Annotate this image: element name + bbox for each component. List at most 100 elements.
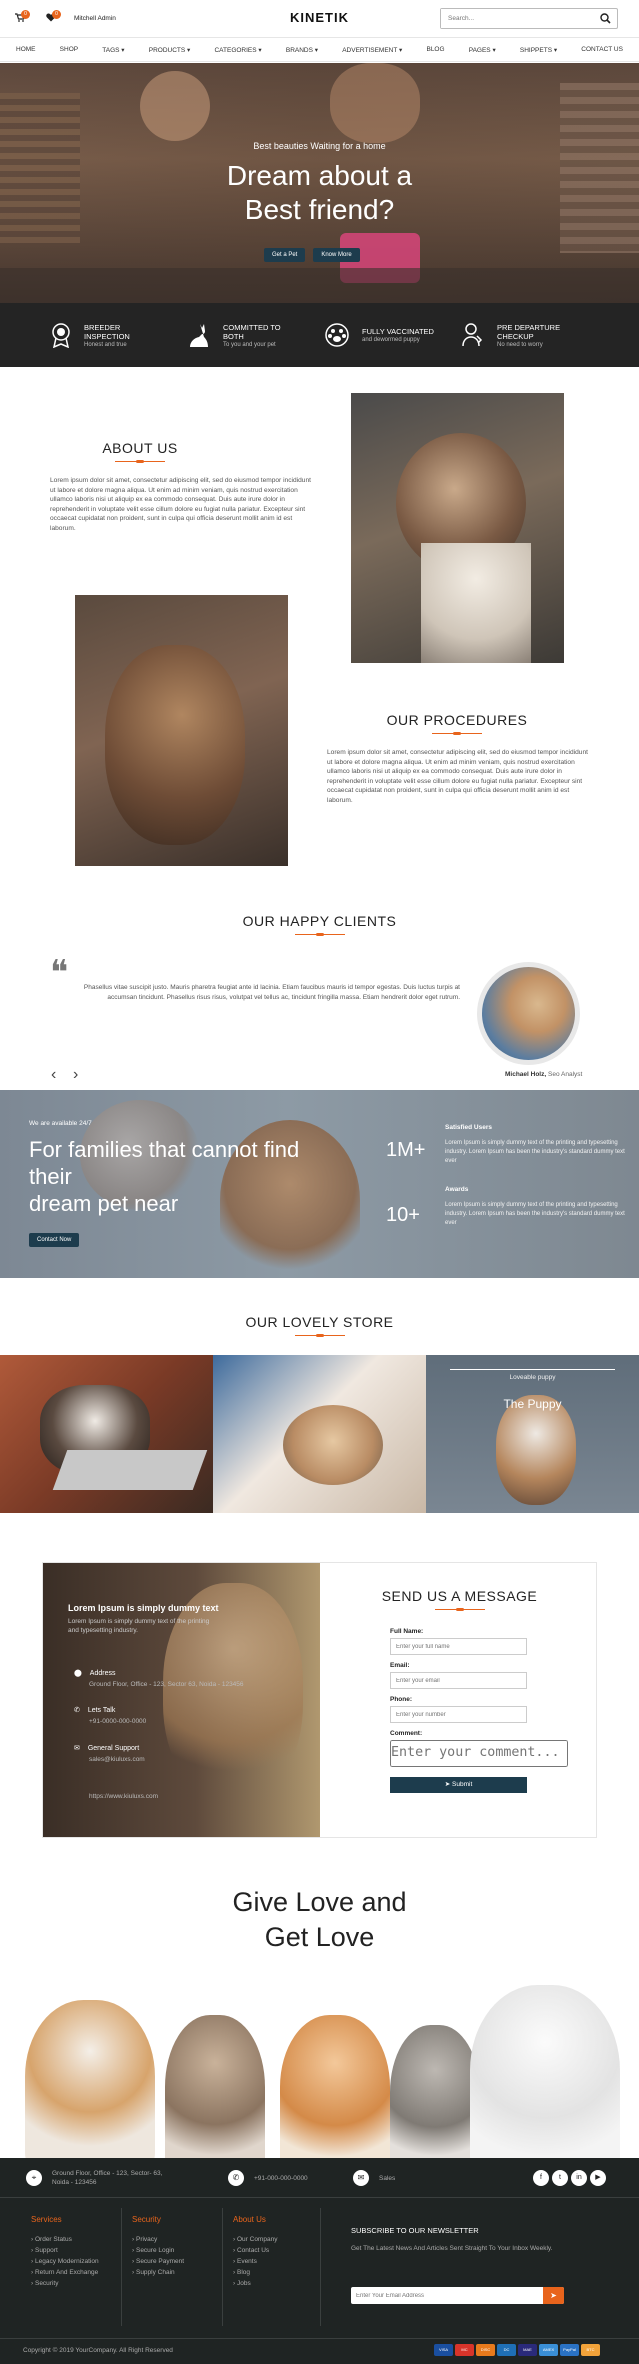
site-footer: ⌖ Ground Floor, Office - 123, Sector- 63… <box>0 2158 639 2364</box>
linkedin-icon[interactable]: in <box>571 2170 587 2186</box>
clients-heading: OUR HAPPY CLIENTS <box>242 913 397 929</box>
main-nav: HOME SHOP TAGS ▾ PRODUCTS ▾ CATEGORIES ▾… <box>0 38 639 62</box>
nav-products[interactable]: PRODUCTS ▾ <box>149 46 191 54</box>
puppy-graphic <box>496 1395 576 1505</box>
user-name[interactable]: Mitchell Admin <box>74 15 116 22</box>
next-arrow-icon[interactable]: › <box>73 1066 78 1084</box>
twitter-icon[interactable]: t <box>552 2170 568 2186</box>
footer-link[interactable]: › Secure Login <box>132 2245 184 2256</box>
pets-lineup-photo <box>0 1980 639 2158</box>
about-section: ABOUT US <box>55 440 225 463</box>
prev-arrow-icon[interactable]: ‹ <box>51 1066 56 1084</box>
footer-link[interactable]: › Privacy <box>132 2234 184 2245</box>
support-site[interactable]: https://www.kiuluxs.com <box>89 1793 158 1800</box>
know-more-button[interactable]: Know More <box>313 248 360 262</box>
store-photo-cat[interactable] <box>213 1355 426 1513</box>
contact-form: Full Name: Email: Phone: Comment: ➤ Subm… <box>390 1628 568 1793</box>
search-input[interactable] <box>441 9 591 28</box>
newsletter-email-input[interactable] <box>351 2287 541 2304</box>
name-field[interactable] <box>390 1638 527 1655</box>
contact-left-title: Lorem Ipsum is simply dummy text <box>68 1603 219 1613</box>
footer-link-label: Our Company <box>236 2236 278 2243</box>
search-icon[interactable] <box>600 13 611 24</box>
about-text: Lorem ipsum dolor sit amet, consectetur … <box>50 477 311 532</box>
nav-blog[interactable]: BLOG <box>426 46 444 53</box>
vet-icon <box>462 323 483 347</box>
nav-home[interactable]: HOME <box>16 46 36 53</box>
features-bar: BREEDER INSPECTION Honest and true COMMI… <box>0 303 639 367</box>
nav-shop[interactable]: SHOP <box>60 46 78 53</box>
heading-underline <box>434 1608 485 1611</box>
contact-now-button[interactable]: Contact Now <box>29 1233 80 1247</box>
cart-icon[interactable]: 0 <box>15 10 30 22</box>
footer-link[interactable]: › Supply Chain <box>132 2267 184 2278</box>
site-logo[interactable]: KINETIK <box>290 10 349 25</box>
youtube-icon[interactable]: ▶ <box>590 2170 606 2186</box>
nav-tags[interactable]: TAGS ▾ <box>102 46 124 54</box>
footer-col-title: Security <box>132 2215 161 2224</box>
newsletter-submit-button[interactable]: ➤ <box>543 2287 564 2304</box>
diners-icon: DC <box>497 2344 516 2356</box>
footer-link-label: Events <box>236 2258 257 2265</box>
footer-link-label: Blog <box>236 2269 250 2276</box>
phone-field[interactable] <box>390 1706 527 1723</box>
footer-link[interactable]: › Blog <box>233 2267 277 2278</box>
footer-link[interactable]: › Legacy Modernization <box>31 2256 101 2267</box>
address-label: Address <box>89 1670 116 1677</box>
heading-underline <box>115 460 165 463</box>
footer-address: Ground Floor, Office - 123, Sector- 63, … <box>52 2170 163 2186</box>
contact-left-text: Lorem Ipsum is simply dummy text of the … <box>68 1618 210 1634</box>
footer-col-title: Services <box>31 2215 62 2224</box>
dog-graphic <box>105 645 245 845</box>
hero-title-line2: Best friend? <box>244 194 395 225</box>
submit-button[interactable]: ➤ Submit <box>390 1777 527 1793</box>
footer-link[interactable]: › Our Company <box>233 2234 277 2245</box>
mastercard-icon: MC <box>455 2344 474 2356</box>
footer-link[interactable]: › Return And Exchange <box>31 2267 101 2278</box>
wishlist-icon[interactable]: 0 <box>46 10 61 22</box>
contact-form-heading-wrap: SEND US A MESSAGE <box>321 1588 598 1611</box>
footer-link[interactable]: › Order Status <box>31 2234 101 2245</box>
talk-value[interactable]: +91-0000-000-0000 <box>89 1718 146 1725</box>
copyright: Copyright © 2019 YourCompany. All Right … <box>23 2347 173 2354</box>
client-quote: Phasellus vitae suscipit justo. Mauris p… <box>83 984 460 1001</box>
footer-link-label: Secure Payment <box>135 2258 185 2265</box>
store-photo-puppy[interactable]: Loveable puppy The Puppy <box>426 1355 639 1513</box>
feature-subtitle: Honest and true <box>84 341 127 348</box>
store-photo-dog-laptop[interactable] <box>0 1355 213 1513</box>
nav-categories-label: CATEGORIES <box>214 46 257 54</box>
support-email[interactable]: sales@kiuluxs.com <box>89 1756 145 1763</box>
nav-categories[interactable]: CATEGORIES ▾ <box>214 46 261 54</box>
woman-dog-graphic <box>163 1583 303 1803</box>
get-a-pet-button[interactable]: Get a Pet <box>264 248 306 262</box>
nav-contact[interactable]: CONTACT US <box>581 46 623 53</box>
wishlist-count-badge: 0 <box>52 10 61 19</box>
footer-link-label: Jobs <box>236 2280 251 2287</box>
phone-icon: ✆ <box>228 2170 244 2186</box>
footer-link[interactable]: › Support <box>31 2245 101 2256</box>
footer-phone[interactable]: +91-000-000-0000 <box>254 2175 308 2182</box>
phone-label: Phone: <box>390 1696 413 1703</box>
feature-title: FULLY VACCINATED <box>362 327 434 336</box>
email-field[interactable] <box>390 1672 527 1689</box>
nav-shippets[interactable]: SHIPPETS ▾ <box>520 46 557 54</box>
footer-link[interactable]: › Security <box>31 2278 101 2289</box>
bitcoin-icon: BTC <box>581 2344 600 2356</box>
footer-link[interactable]: › Secure Payment <box>132 2256 184 2267</box>
nav-pages[interactable]: PAGES ▾ <box>469 46 496 54</box>
nav-brands[interactable]: BRANDS ▾ <box>286 46 318 54</box>
overlay-title: The Puppy <box>503 1397 562 1411</box>
facebook-icon[interactable]: f <box>533 2170 549 2186</box>
procedures-heading: OUR PROCEDURES <box>386 712 528 728</box>
footer-link[interactable]: › Events <box>233 2256 277 2267</box>
caret-down-icon: ▾ <box>258 46 262 54</box>
search-box <box>440 8 618 29</box>
footer-link[interactable]: › Contact Us <box>233 2245 277 2256</box>
footer-link[interactable]: › Jobs <box>233 2278 277 2289</box>
visa-icon: VISA <box>434 2344 453 2356</box>
footer-email[interactable]: Sales <box>379 2175 395 2182</box>
nav-advertisement[interactable]: ADVERTISEMENT ▾ <box>342 46 402 54</box>
footer-link-label: Contact Us <box>236 2247 270 2254</box>
comment-field[interactable] <box>390 1740 568 1767</box>
cat-graphic <box>283 1405 383 1485</box>
